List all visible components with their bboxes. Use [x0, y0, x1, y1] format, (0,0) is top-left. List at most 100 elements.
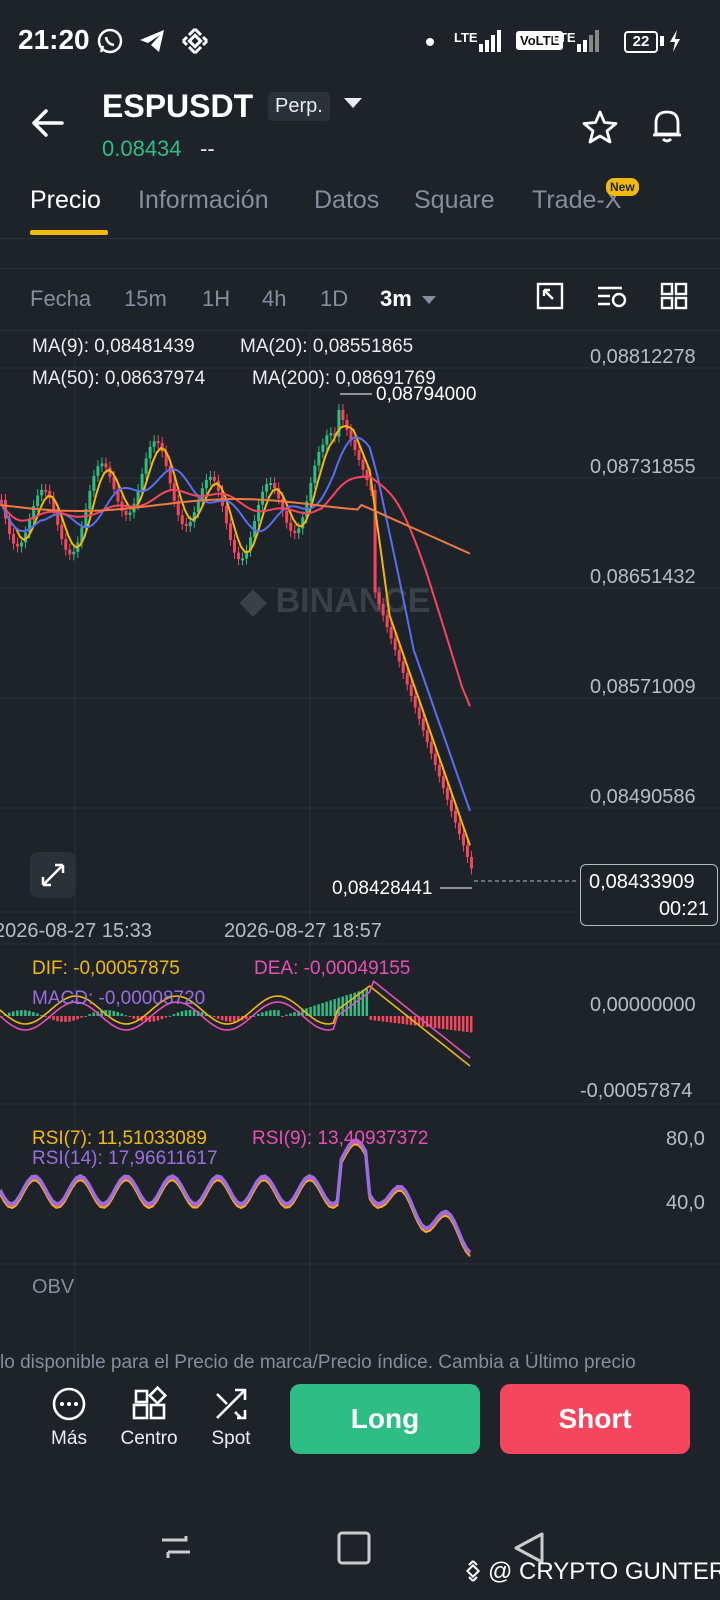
macd-histogram-bar [68, 1016, 71, 1022]
macd-histogram-bar [88, 1014, 91, 1016]
more-button[interactable]: Más [34, 1386, 104, 1450]
current-price-box[interactable]: 0,08433909 00:21 [580, 864, 718, 926]
tabs-divider [0, 238, 720, 239]
short-button[interactable]: Short [500, 1384, 690, 1454]
macd-histogram-bar [373, 1016, 377, 1021]
candle-body [437, 764, 441, 777]
back-arrow-icon[interactable] [30, 108, 64, 138]
macd-histogram-bar [469, 1016, 473, 1033]
watermark-logo-icon [462, 1560, 484, 1582]
macd-histogram-bar [120, 1013, 124, 1016]
favorite-star-icon[interactable] [582, 110, 618, 144]
macd-histogram-bar [112, 1010, 115, 1016]
chart-settings-icon[interactable] [596, 282, 628, 310]
candle-body [44, 489, 48, 492]
signal-type-2: LTE [552, 30, 576, 45]
candle-body [237, 552, 240, 560]
ma9-line [0, 424, 471, 846]
new-badge: New [606, 178, 639, 196]
macd-histogram-bar [289, 1013, 292, 1016]
tab-informacion[interactable]: Información [138, 186, 269, 215]
candle-body [365, 470, 369, 480]
macd-histogram-bar [449, 1016, 453, 1030]
pair-title[interactable]: ESPUSDT [102, 88, 253, 125]
macd-histogram-bar [461, 1016, 465, 1032]
macd-histogram-bar [389, 1016, 393, 1023]
tab-datos[interactable]: Datos [314, 186, 379, 215]
candle-body [413, 695, 417, 708]
fullscreen-icon [41, 863, 65, 887]
y-tick-5: 0,08490586 [590, 786, 696, 808]
macd-histogram-bar [293, 1012, 296, 1016]
interval-selected[interactable]: 3m [380, 286, 412, 312]
candle-body [160, 442, 164, 452]
spot-button[interactable]: Spot [196, 1386, 266, 1450]
candle-body [269, 483, 273, 486]
macd-histogram-bar [188, 1010, 192, 1016]
high-price-label: 0,08794000 [376, 384, 477, 405]
ma50-legend: MA(50): 0,08637974 [32, 368, 206, 389]
alert-bell-icon[interactable] [650, 108, 684, 144]
chart-expand-icon[interactable] [536, 282, 564, 310]
macd-histogram-bar [80, 1016, 83, 1018]
tab-square[interactable]: Square [414, 186, 495, 215]
macd-histogram-bar [273, 1010, 276, 1016]
rsi7-legend: RSI(7): 11,51033089 [32, 1128, 207, 1149]
macd-histogram-bar [160, 1016, 164, 1020]
macd-y-tick-1: 0,00000000 [590, 994, 696, 1016]
macd-histogram-bar [76, 1016, 79, 1020]
tab-precio[interactable]: Precio [30, 186, 101, 215]
candle-body [128, 512, 132, 515]
candle-body [104, 463, 108, 468]
interval-1d[interactable]: 1D [320, 286, 348, 312]
macd-histogram-bar [433, 1016, 437, 1028]
recents-nav-icon[interactable] [160, 1530, 192, 1560]
interval-4h[interactable]: 4h [262, 286, 286, 312]
macd-histogram-bar [453, 1016, 457, 1031]
battery-tip [660, 36, 664, 46]
macd-histogram-bar [28, 1010, 31, 1016]
macd-histogram-bar [132, 1016, 136, 1019]
more-label: Más [51, 1428, 87, 1449]
dea-legend: DEA: -0,00049155 [254, 958, 411, 979]
macd-histogram-bar [220, 1016, 224, 1021]
layout-grid-icon[interactable] [660, 282, 688, 310]
home-nav-icon[interactable] [336, 1530, 372, 1566]
candle-body [393, 638, 397, 650]
candle-body [449, 799, 453, 811]
interval-15m[interactable]: 15m [124, 286, 167, 312]
macd-histogram-bar [465, 1016, 469, 1032]
candle-body [188, 521, 192, 527]
candle-body [20, 542, 24, 547]
interval-dropdown-icon[interactable] [422, 296, 436, 304]
macd-histogram-bar [56, 1016, 59, 1022]
macd-histogram-bar [325, 1001, 328, 1016]
status-bar: 21:20 LTE VoLTE LTE 22 [0, 0, 720, 80]
long-button[interactable]: Long [290, 1384, 480, 1454]
center-button[interactable]: Centro [114, 1386, 184, 1450]
interval-1h[interactable]: 1H [202, 286, 230, 312]
pair-dropdown-icon[interactable] [344, 98, 362, 108]
status-time: 21:20 [18, 24, 90, 55]
macd-histogram-bar [164, 1016, 168, 1018]
candle-body [40, 489, 44, 496]
macd-histogram-bar [369, 1016, 373, 1020]
candle-body [409, 684, 413, 696]
macd-histogram-bar [16, 1010, 19, 1016]
y-tick-4: 0,08571009 [590, 676, 696, 698]
rsi-y-tick-1: 80,0 [666, 1128, 705, 1150]
rsi14-legend: RSI(14): 17,96611617 [32, 1148, 218, 1169]
candle-body [64, 538, 68, 550]
macd-histogram-bar [224, 1016, 228, 1022]
candle-body [208, 476, 212, 480]
charging-icon [670, 30, 680, 52]
spot-label: Spot [211, 1428, 251, 1449]
interval-fecha[interactable]: Fecha [30, 286, 91, 312]
candle-body [180, 515, 184, 524]
candle-body [397, 649, 401, 662]
price-chart[interactable]: ◆ BINANCE [0, 330, 720, 1390]
candle-body [421, 718, 425, 731]
macd-histogram-bar [212, 1016, 216, 1018]
fullscreen-button[interactable] [30, 852, 76, 898]
candle-body [469, 856, 473, 869]
